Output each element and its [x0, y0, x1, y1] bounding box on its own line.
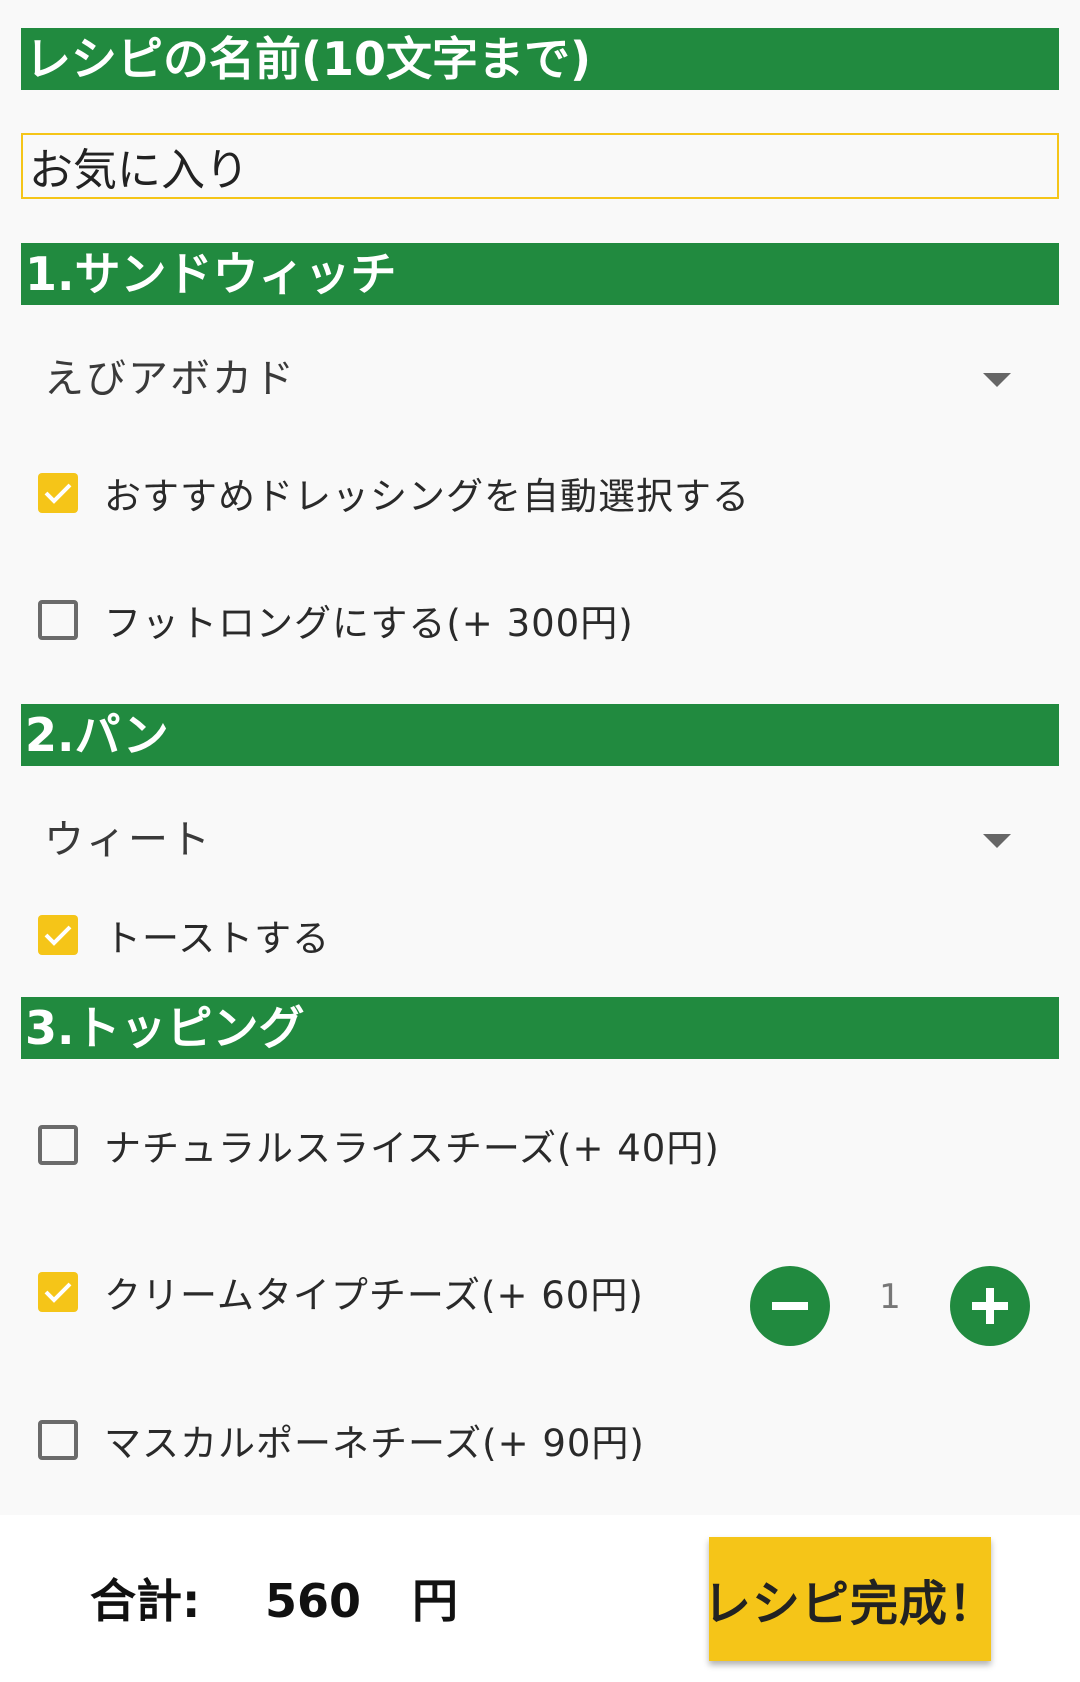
recipe-name-input[interactable] [21, 133, 1059, 199]
topping-checkbox-cream-cheese[interactable]: クリームタイプチーズ(+ 60円) [38, 1262, 644, 1322]
total-price: 560 [265, 1574, 362, 1628]
quantity-increment-button[interactable] [950, 1266, 1030, 1346]
topping-label: クリームタイプチーズ(+ 60円) [104, 1274, 644, 1317]
bread-select-value: ウィート [44, 817, 212, 863]
recipe-name-heading: レシピの名前(10文字まで) [21, 28, 1059, 90]
checkbox-unchecked-icon [38, 600, 78, 640]
checkbox-unchecked-icon [38, 1125, 78, 1165]
toast-checkbox[interactable]: トーストする [38, 905, 330, 965]
sandwich-heading: 1.サンドウィッチ [21, 243, 1059, 305]
checkbox-checked-icon [38, 915, 78, 955]
checkbox-checked-icon [38, 1272, 78, 1312]
quantity-value: 1 [879, 1277, 901, 1317]
auto-dressing-checkbox[interactable]: おすすめドレッシングを自動選択する [38, 463, 750, 523]
complete-recipe-button[interactable]: レシピ完成！ [703, 1537, 996, 1661]
auto-dressing-label: おすすめドレッシングを自動選択する [104, 475, 750, 518]
checkmark-icon [44, 1282, 72, 1303]
checkmark-icon [44, 483, 72, 504]
checkmark-icon [44, 925, 72, 946]
bread-select[interactable]: ウィート [21, 800, 1059, 880]
total-currency-unit: 円 [412, 1574, 458, 1628]
caret-down-icon [983, 373, 1011, 387]
sandwich-select-value: えびアボカド [44, 356, 296, 402]
plus-icon [972, 1288, 1008, 1324]
footlong-label: フットロングにする(+ 300円) [104, 602, 634, 645]
topping-checkbox-natural-slice[interactable]: ナチュラルスライスチーズ(+ 40円) [38, 1115, 720, 1175]
checkbox-unchecked-icon [38, 1420, 78, 1460]
footlong-checkbox[interactable]: フットロングにする(+ 300円) [38, 590, 634, 650]
sandwich-select[interactable]: えびアボカド [21, 339, 1059, 419]
topping-heading: 3.トッピング [21, 997, 1059, 1059]
total-label: 合計: [90, 1574, 201, 1628]
topping-label: マスカルポーネチーズ(+ 90円) [104, 1422, 645, 1465]
bread-heading: 2.パン [21, 704, 1059, 766]
caret-down-icon [983, 834, 1011, 848]
checkbox-checked-icon [38, 473, 78, 513]
topping-checkbox-mascarpone[interactable]: マスカルポーネチーズ(+ 90円) [38, 1410, 645, 1470]
quantity-decrement-button[interactable] [750, 1266, 830, 1346]
toast-label: トーストする [104, 917, 331, 960]
topping-label: ナチュラルスライスチーズ(+ 40円) [104, 1127, 720, 1170]
minus-icon [772, 1302, 808, 1310]
